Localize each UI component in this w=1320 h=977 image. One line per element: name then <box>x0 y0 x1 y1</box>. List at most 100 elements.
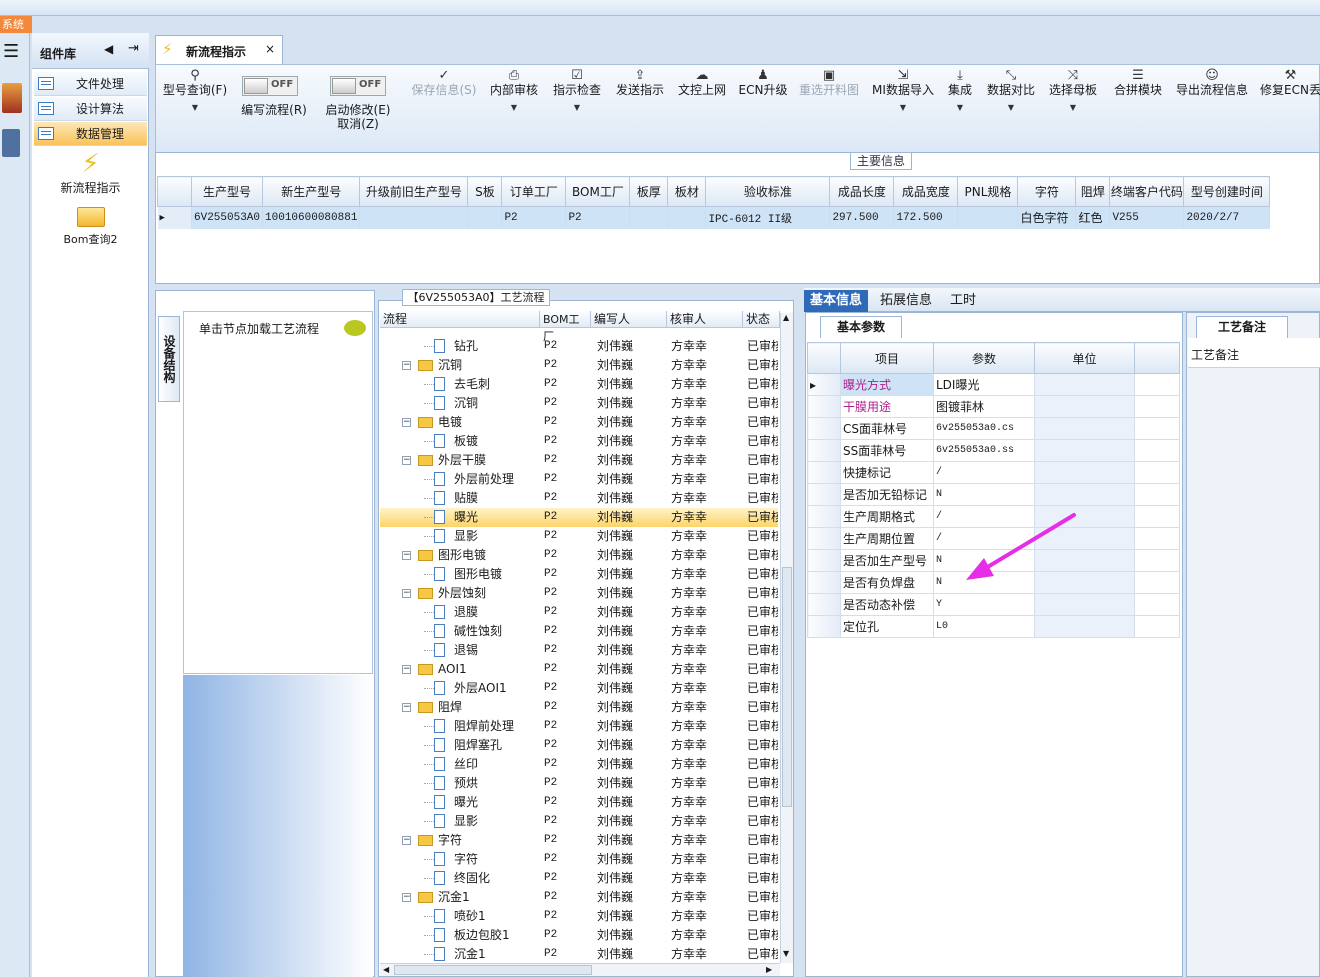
collapse-icon[interactable]: − <box>402 551 411 560</box>
tree-row[interactable]: 曝光 P2 刘伟巍 方幸幸 已审核 <box>380 793 778 812</box>
tree-row[interactable]: 阻焊塞孔 P2 刘伟巍 方幸幸 已审核 <box>380 736 778 755</box>
param-value[interactable]: Y <box>933 593 1035 616</box>
pin-right-icon[interactable]: ⇥ <box>128 41 139 56</box>
table-row[interactable]: CS面菲林号 6v255053a0.cs <box>807 417 1180 440</box>
table-row[interactable]: ▶ 6V255053A0 10010600080881 P2 P2 IPC-60… <box>157 206 1271 229</box>
tab-work-hours[interactable]: 工时 <box>944 290 982 312</box>
tree-row[interactable]: − 电镀 P2 刘伟巍 方幸幸 已审核 <box>380 413 778 432</box>
param-value[interactable]: 图镀菲林 <box>933 395 1035 418</box>
shortcut-new-process[interactable]: ⚡ 新流程指示 <box>32 149 149 197</box>
tree-row[interactable]: 丝印 P2 刘伟巍 方幸幸 已审核 <box>380 755 778 774</box>
param-unit[interactable] <box>1034 593 1135 616</box>
tree-row[interactable]: 退锡 P2 刘伟巍 方幸幸 已审核 <box>380 641 778 660</box>
table-row[interactable]: 是否动态补偿 Y <box>807 593 1180 616</box>
export-process-info-button[interactable]: ☺ 导出流程信息 <box>1172 65 1252 155</box>
tree-row[interactable]: 外层前处理 P2 刘伟巍 方幸幸 已审核 <box>380 470 778 489</box>
model-query-button[interactable]: ⚲ 型号查询(F) ▼ <box>160 65 230 155</box>
tree-row[interactable]: − 阻焊 P2 刘伟巍 方幸幸 已审核 <box>380 698 778 717</box>
tab-basic-params[interactable]: 基本参数 <box>820 316 902 338</box>
tab-device-structure[interactable]: 设备结构 <box>158 316 180 402</box>
tree-row[interactable]: 曝光 P2 刘伟巍 方幸幸 已审核 <box>380 508 778 527</box>
tab-new-process[interactable]: ⚡ 新流程指示 × <box>155 35 283 65</box>
save-info-button[interactable]: ✓ 保存信息(S) <box>406 65 482 155</box>
menu-item-design-algorithm[interactable]: 设计算法 <box>34 97 147 121</box>
repair-ecn-button[interactable]: ⚒ 修复ECN丢 <box>1260 65 1320 155</box>
instruction-check-button[interactable]: ☑ 指示检查 ▼ <box>548 65 606 155</box>
param-value[interactable]: 6v255053a0.ss <box>933 439 1035 462</box>
tree-row[interactable]: 终固化 P2 刘伟巍 方幸幸 已审核 <box>380 869 778 888</box>
select-motherboard-button[interactable]: ⤨ 选择母板 ▼ <box>1044 65 1102 155</box>
table-row[interactable]: 定位孔 L0 <box>807 615 1180 638</box>
internal-review-button[interactable]: ⎙ 内部审核 ▼ <box>486 65 542 155</box>
integrate-button[interactable]: ⤓ 集成 ▼ <box>942 65 978 155</box>
collapse-icon[interactable]: − <box>402 665 411 674</box>
param-unit[interactable] <box>1034 439 1135 462</box>
mi-data-import-button[interactable]: ⇲ MI数据导入 ▼ <box>868 65 938 155</box>
table-row[interactable]: 是否加无铅标记 N <box>807 483 1180 506</box>
param-unit[interactable] <box>1034 373 1135 396</box>
tree-row[interactable]: 图形电镀 P2 刘伟巍 方幸幸 已审核 <box>380 565 778 584</box>
tree-vertical-scrollbar[interactable]: ▲ ▼ <box>780 313 793 963</box>
data-compare-button[interactable]: ⤡ 数据对比 ▼ <box>982 65 1040 155</box>
tree-row[interactable]: − 字符 P2 刘伟巍 方幸幸 已审核 <box>380 831 778 850</box>
collapse-icon[interactable]: − <box>402 703 411 712</box>
tree-row[interactable]: − 沉金1 P2 刘伟巍 方幸幸 已审核 <box>380 888 778 907</box>
send-instruction-button[interactable]: ⇪ 发送指示 <box>612 65 668 155</box>
tree-row[interactable]: 显影 P2 刘伟巍 方幸幸 已审核 <box>380 812 778 831</box>
param-value[interactable]: L0 <box>933 615 1035 638</box>
param-unit[interactable] <box>1034 461 1135 484</box>
tab-extended-info[interactable]: 拓展信息 <box>874 290 938 312</box>
tree-row[interactable]: 喷砂1 P2 刘伟巍 方幸幸 已审核 <box>380 907 778 926</box>
tree-row[interactable]: 板镀 P2 刘伟巍 方幸幸 已审核 <box>380 432 778 451</box>
tree-row[interactable]: 贴膜 P2 刘伟巍 方幸幸 已审核 <box>380 489 778 508</box>
tree-row[interactable]: − 图形电镀 P2 刘伟巍 方幸幸 已审核 <box>380 546 778 565</box>
collapse-icon[interactable]: − <box>402 893 411 902</box>
factory-icon[interactable] <box>2 83 22 113</box>
write-process-toggle[interactable]: OFF <box>242 76 298 96</box>
tree-row[interactable]: 碱性蚀刻 P2 刘伟巍 方幸幸 已审核 <box>380 622 778 641</box>
tree-row[interactable]: 钻孔 P2 刘伟巍 方幸幸 已审核 <box>380 337 778 356</box>
tree-row[interactable]: 板边包胶1 P2 刘伟巍 方幸幸 已审核 <box>380 926 778 945</box>
table-row[interactable]: 干膜用途 图镀菲林 <box>807 395 1180 418</box>
param-unit[interactable] <box>1034 417 1135 440</box>
database-icon[interactable] <box>2 129 20 157</box>
param-value[interactable]: / <box>933 461 1035 484</box>
table-row[interactable]: 快捷标记 / <box>807 461 1180 484</box>
ecn-upgrade-button[interactable]: ♟ ECN升级 <box>736 65 790 155</box>
collapse-icon[interactable]: − <box>402 456 411 465</box>
tree-row[interactable]: 沉金1 P2 刘伟巍 方幸幸 已审核 <box>380 945 778 964</box>
param-unit[interactable] <box>1034 395 1135 418</box>
table-row[interactable]: SS面菲林号 6v255053a0.ss <box>807 439 1180 462</box>
param-unit[interactable] <box>1034 483 1135 506</box>
collapse-icon[interactable]: − <box>402 418 411 427</box>
collapse-icon[interactable]: − <box>402 361 411 370</box>
menu-item-data-management[interactable]: 数据管理 <box>34 122 147 146</box>
tab-basic-info[interactable]: 基本信息 <box>804 290 869 312</box>
reselect-cutting-chart-button[interactable]: ▣ 重选开料图 <box>794 65 864 155</box>
close-icon[interactable]: × <box>265 42 275 56</box>
tree-row[interactable]: − 外层蚀刻 P2 刘伟巍 方幸幸 已审核 <box>380 584 778 603</box>
tree-row[interactable]: 阻焊前处理 P2 刘伟巍 方幸幸 已审核 <box>380 717 778 736</box>
start-modify-toggle[interactable]: OFF <box>330 76 386 96</box>
param-value[interactable]: 6v255053a0.cs <box>933 417 1035 440</box>
tree-row[interactable]: 去毛刺 P2 刘伟巍 方幸幸 已审核 <box>380 375 778 394</box>
tree-row[interactable]: 外层AOI1 P2 刘伟巍 方幸幸 已审核 <box>380 679 778 698</box>
tab-process-remark[interactable]: 工艺备注 <box>1196 316 1288 338</box>
tree-horizontal-scrollbar[interactable]: ◀ ▶ <box>380 963 780 976</box>
tree-row[interactable]: 字符 P2 刘伟巍 方幸幸 已审核 <box>380 850 778 869</box>
tree-row[interactable]: 退膜 P2 刘伟巍 方幸幸 已审核 <box>380 603 778 622</box>
tree-row[interactable]: − AOI1 P2 刘伟巍 方幸幸 已审核 <box>380 660 778 679</box>
tree-row[interactable]: − 外层干膜 P2 刘伟巍 方幸幸 已审核 <box>380 451 778 470</box>
param-value[interactable]: LDI曝光 <box>933 373 1035 396</box>
tree-row[interactable]: 沉铜 P2 刘伟巍 方幸幸 已审核 <box>380 394 778 413</box>
collapse-left-icon[interactable]: ◀ <box>104 42 113 56</box>
tree-row[interactable]: − 沉铜 P2 刘伟巍 方幸幸 已审核 <box>380 356 778 375</box>
start-modify-button[interactable]: 启动修改(E) 取消(Z) <box>320 103 396 137</box>
merge-module-button[interactable]: ☰ 合拼模块 <box>1108 65 1168 155</box>
param-value[interactable]: N <box>933 483 1035 506</box>
table-row[interactable]: ▸ 曝光方式 LDI曝光 <box>807 373 1180 396</box>
menu-icon[interactable]: ☰ <box>3 41 19 62</box>
collapse-icon[interactable]: − <box>402 589 411 598</box>
system-tab[interactable]: 系统 <box>0 16 32 33</box>
panel-splitter[interactable] <box>796 290 804 977</box>
